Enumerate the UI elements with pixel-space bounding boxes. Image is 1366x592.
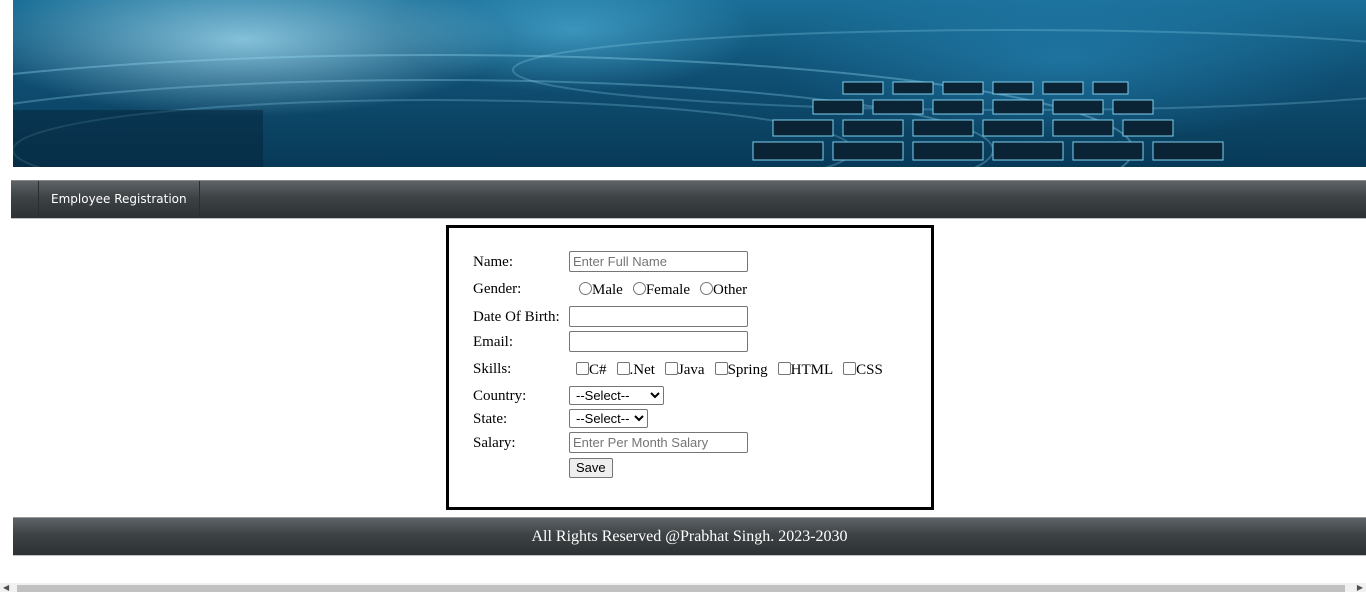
gender-label: Gender: [473, 281, 522, 297]
gender-female-label: Female [645, 282, 690, 298]
skill-html-label: HTML [790, 362, 834, 378]
salary-input[interactable] [569, 432, 748, 453]
email-label: Email: [473, 334, 513, 350]
skill-css-checkbox[interactable] [843, 362, 857, 375]
registration-form: Name: Gender: Male Female Other Date Of … [446, 225, 934, 510]
gender-male-label: Male [592, 282, 623, 298]
chevron-left-icon[interactable]: ◀ [3, 583, 9, 592]
skill-csharp-label: C# [589, 362, 607, 378]
nav-item-employee-registration[interactable]: Employee Registration [38, 181, 200, 218]
gender-other-radio[interactable] [699, 282, 713, 295]
skills-label: Skills: [473, 361, 512, 377]
chevron-right-icon[interactable]: ▶ [1357, 583, 1363, 592]
skill-dotnet-label: .Net [629, 362, 655, 378]
skill-dotnet-checkbox[interactable] [616, 362, 630, 375]
header-banner [13, 0, 1366, 167]
gender-options: Male Female Other [579, 281, 753, 299]
country-select[interactable]: --Select-- [569, 386, 664, 405]
skill-css-label: CSS [856, 362, 883, 378]
gender-male-radio[interactable] [579, 282, 592, 295]
footer-text: All Rights Reserved @Prabhat Singh. 2023… [531, 528, 848, 545]
state-select[interactable]: --Select-- [569, 409, 648, 428]
dob-input[interactable] [569, 306, 748, 327]
dob-label: Date Of Birth: [473, 309, 560, 325]
state-label: State: [473, 411, 508, 427]
country-label: Country: [473, 388, 527, 404]
skill-spring-checkbox[interactable] [714, 362, 728, 375]
skills-options: C# .Net Java Spring HTML CSS [576, 361, 889, 379]
save-button[interactable]: Save [569, 458, 613, 478]
email-input[interactable] [569, 331, 748, 352]
gender-other-label: Other [712, 282, 748, 298]
skill-spring-label: Spring [727, 362, 768, 378]
skill-java-checkbox[interactable] [664, 362, 678, 375]
footer: All Rights Reserved @Prabhat Singh. 2023… [13, 517, 1366, 556]
skill-java-label: Java [677, 362, 705, 378]
name-input[interactable] [569, 251, 748, 272]
skill-html-checkbox[interactable] [777, 362, 791, 375]
name-label: Name: [473, 254, 513, 270]
salary-label: Salary: [473, 435, 516, 451]
skill-csharp-checkbox[interactable] [576, 362, 589, 375]
banner-keyboard-image [13, 29, 1366, 167]
gender-female-radio[interactable] [632, 282, 646, 295]
horizontal-scrollbar[interactable]: ◀ ▶ [0, 583, 1366, 592]
nav-bar: Employee Registration [11, 180, 1366, 219]
scrollbar-thumb[interactable] [17, 585, 1345, 592]
